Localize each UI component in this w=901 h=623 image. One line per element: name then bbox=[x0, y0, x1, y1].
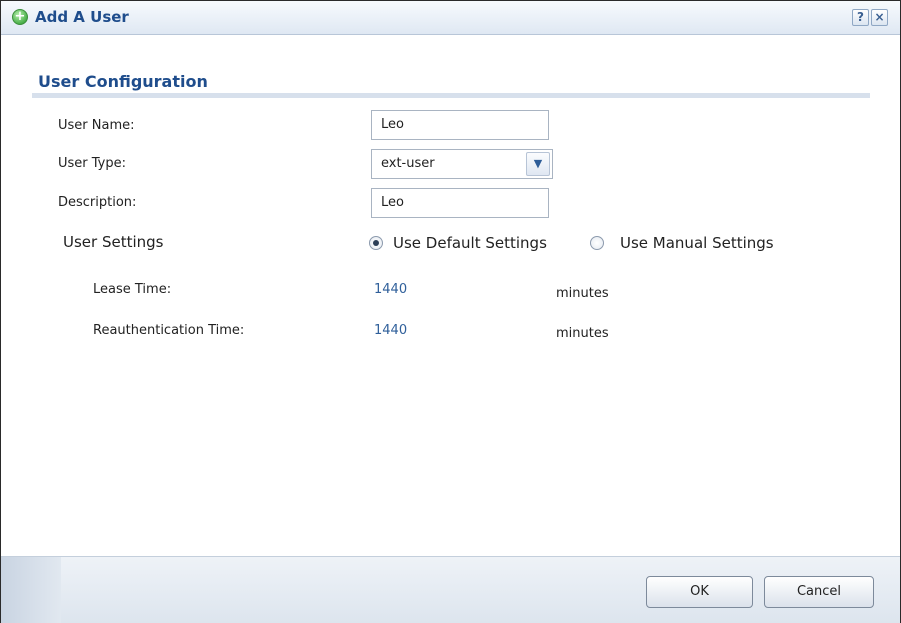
dialog-footer: OK Cancel bbox=[1, 556, 900, 623]
cancel-button[interactable]: Cancel bbox=[764, 576, 874, 608]
add-user-icon: + bbox=[12, 9, 28, 25]
user-settings-label: User Settings bbox=[63, 233, 164, 251]
default-settings-label[interactable]: Use Default Settings bbox=[393, 234, 547, 252]
reauth-time-value: 1440 bbox=[374, 323, 408, 338]
title-bar: + Add A User ? × bbox=[1, 1, 900, 35]
user-type-label: User Type: bbox=[58, 156, 127, 171]
reauth-time-label: Reauthentication Time: bbox=[93, 323, 245, 338]
lease-time-value: 1440 bbox=[374, 282, 408, 297]
user-name-input[interactable]: Leo bbox=[371, 110, 549, 140]
manual-settings-radio[interactable] bbox=[590, 236, 604, 250]
help-button[interactable]: ? bbox=[852, 9, 869, 26]
manual-settings-label[interactable]: Use Manual Settings bbox=[620, 234, 774, 252]
close-button[interactable]: × bbox=[871, 9, 888, 26]
description-input[interactable]: Leo bbox=[371, 188, 549, 218]
user-type-dropdown-button[interactable]: ▼ bbox=[526, 152, 550, 176]
add-user-dialog: + Add A User ? × User Configuration User… bbox=[0, 0, 901, 623]
user-name-label: User Name: bbox=[58, 118, 135, 133]
ok-button[interactable]: OK bbox=[646, 576, 753, 608]
section-divider bbox=[32, 93, 870, 98]
lease-time-unit: minutes bbox=[556, 286, 609, 301]
chevron-down-icon: ▼ bbox=[533, 157, 543, 170]
dialog-title: Add A User bbox=[35, 8, 129, 26]
section-title: User Configuration bbox=[38, 72, 208, 91]
lease-time-label: Lease Time: bbox=[93, 282, 172, 297]
footer-accent bbox=[1, 557, 61, 623]
user-type-value: ext-user bbox=[381, 156, 435, 171]
user-type-select[interactable]: ext-user ▼ bbox=[371, 149, 553, 179]
reauth-time-unit: minutes bbox=[556, 326, 609, 341]
description-label: Description: bbox=[58, 195, 137, 210]
default-settings-radio[interactable] bbox=[369, 236, 383, 250]
